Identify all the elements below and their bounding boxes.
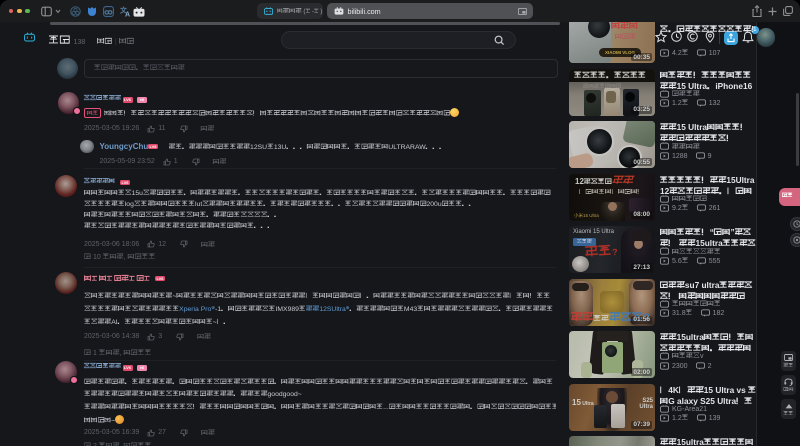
svg-text:A: A <box>125 12 130 18</box>
